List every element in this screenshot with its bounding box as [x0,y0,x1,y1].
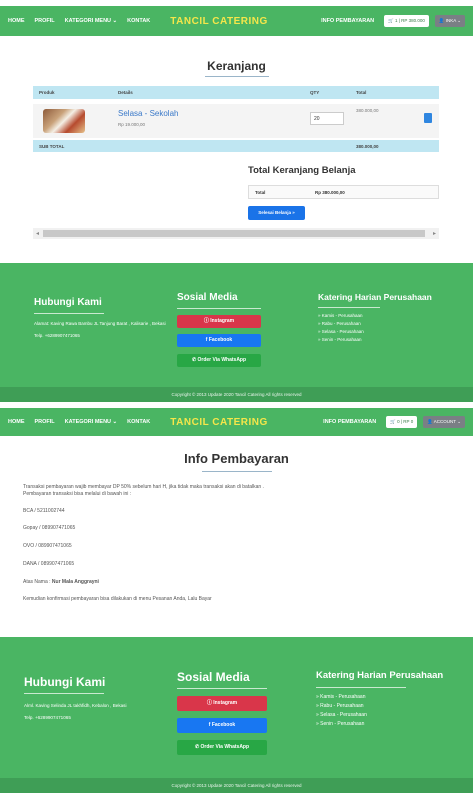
facebook-button[interactable]: f Facebook [177,334,261,347]
account-holder-name: Nur Mala Anggrayni [51,579,99,585]
scroll-right-icon[interactable]: ▸ [433,230,436,237]
col-total: Total [356,90,367,95]
brand-logo[interactable]: TANCIL CATERING [170,16,268,27]
account-dropdown[interactable]: 👤 INKA ⌄ [434,15,465,27]
payment-bca: BCA / 5211002744 [23,508,65,514]
account-holder: Atas Nama : Nur Mala Anggrayni [23,579,99,585]
catering-day-item[interactable]: » Rabu - Perusahaan [318,321,361,326]
footer-underline [24,693,104,694]
product-image [43,109,85,133]
catering-day-item[interactable]: » Kamis - Perusahaan [318,313,363,318]
scrollbar-thumb[interactable] [43,230,425,237]
nav-home[interactable]: HOME [8,18,25,24]
summary-title: Total Keranjang Belanja [248,165,356,176]
cart-button[interactable]: 🛒 1 | RP 380.000 [384,15,429,27]
catering-day-item[interactable]: » Rabu - Perusahaan [316,703,364,709]
col-qty: QTY [310,90,320,95]
subtotal-row: SUB TOTAL 380.000,00 [33,140,439,152]
payment-dana: DANA / 089907471065 [23,561,75,567]
footer-underline [177,688,267,689]
info-text-line: Pembayaran transaksi bisa melalui di baw… [23,491,132,497]
col-produk: Produk [39,90,55,95]
whatsapp-button[interactable]: ✆ Order Via WhatsApp [177,354,261,367]
catering-day-item[interactable]: » Kamis - Perusahaan [316,694,365,700]
footer-underline [177,308,261,309]
footer-address: Alml. Kaving Selinda JL takhfidh, Kebalo… [24,703,127,708]
top-navbar: HOME PROFIL KATEGORI MENU ⌄ KONTAK TANCI… [0,408,473,436]
catering-day-item[interactable]: » Senin - Perusahaan [318,337,362,342]
col-details: Details [118,90,133,95]
cart-button[interactable]: 🛒 0 | RP 0 [386,416,418,428]
row-total: 380.000,00 [356,108,379,113]
horizontal-scrollbar[interactable]: ◂ ▸ [33,228,439,239]
cart-table-header: Produk Details QTY Total [33,86,439,99]
facebook-button[interactable]: f Facebook [177,718,267,733]
subtotal-label: SUB TOTAL [39,144,65,149]
social-title: Sosial Media [177,292,238,303]
nav-kontak[interactable]: KONTAK [127,419,150,425]
copyright: Copyright © 2013 Update 2020 Tancil Cate… [0,778,473,793]
info-text-line: Transaksi pembayaran wajib membayar DP 5… [23,484,264,490]
whatsapp-button[interactable]: ✆ Order Via WhatsApp [177,740,267,755]
payment-ovo: OVO / 089907471065 [23,543,72,549]
footer-phone: Telp. +6289907471065 [34,333,80,338]
finish-shopping-button[interactable]: Selesai Belanja » [248,206,305,220]
contact-title: Hubungi Kami [24,675,106,689]
footer: Hubungi Kami Alamat: Kaving Rawa Bambu J… [0,263,473,387]
nav-info-pembayaran[interactable]: INFO PEMBAYARAN [323,419,376,425]
brand-logo[interactable]: TANCIL CATERING [170,417,268,428]
footer-underline [318,307,380,308]
copyright: Copyright © 2013 Update 2020 Tancil Cate… [0,387,473,402]
cart-row: Selasa - Sekolah Rp 19.000,00 20 380.000… [33,104,439,138]
scroll-left-icon[interactable]: ◂ [36,230,39,237]
title-underline [205,76,269,77]
nav-kategori-menu[interactable]: KATEGORI MENU ⌄ [65,18,117,24]
footer: Hubungi Kami Alml. Kaving Selinda JL tak… [0,637,473,778]
catering-day-item[interactable]: » Selasa - Perusahaan [316,712,367,718]
confirm-text: Kemudian konfirmasi pembayaran bisa dila… [23,596,212,602]
social-title: Sosial Media [177,670,250,684]
catering-day-item[interactable]: » Senin - Perusahaan [316,721,364,727]
nav-profil[interactable]: PROFIL [35,18,55,24]
catering-title: Katering Harian Perusahaan [318,292,432,302]
instagram-button[interactable]: Ⓘ Instagram [177,696,267,711]
summary-value: Rp 380.000,00 [315,190,345,195]
instagram-button[interactable]: Ⓘ Instagram [177,315,261,328]
info-title: Info Pembayaran [184,451,289,466]
footer-underline [34,313,104,314]
nav-kategori-menu[interactable]: KATEGORI MENU ⌄ [65,419,117,425]
footer-address: Alamat: Kaving Rawa Bambu JL Tanjung Bar… [34,321,166,326]
nav-info-pembayaran[interactable]: INFO PEMBAYARAN [321,18,374,24]
product-price: Rp 19.000,00 [118,122,146,127]
trash-icon[interactable] [424,113,432,123]
account-dropdown[interactable]: 👤 ACCOUNT ⌄ [423,416,465,428]
summary-total-row: Total Rp 380.000,00 [248,185,439,199]
subtotal-value: 380.000,00 [356,144,379,149]
title-underline [202,471,272,472]
catering-day-item[interactable]: » Selasa - Perusahaan [318,329,364,334]
nav-home[interactable]: HOME [8,419,25,425]
top-navbar: HOME PROFIL KATEGORI MENU ⌄ KONTAK TANCI… [0,6,473,36]
payment-gopay: Gopay / 089907471065 [23,525,76,531]
nav-profil[interactable]: PROFIL [35,419,55,425]
account-holder-label: Atas Nama : [23,579,52,585]
summary-label: Total [255,190,266,195]
product-name[interactable]: Selasa - Sekolah [118,109,178,118]
footer-phone: Telp. +6289907471065 [24,715,71,720]
cart-title: Keranjang [207,59,266,73]
contact-title: Hubungi Kami [34,297,102,308]
catering-title: Katering Harian Perusahaan [316,670,444,681]
footer-underline [316,687,406,688]
qty-input[interactable]: 20 [310,112,344,125]
nav-kontak[interactable]: KONTAK [127,18,150,24]
